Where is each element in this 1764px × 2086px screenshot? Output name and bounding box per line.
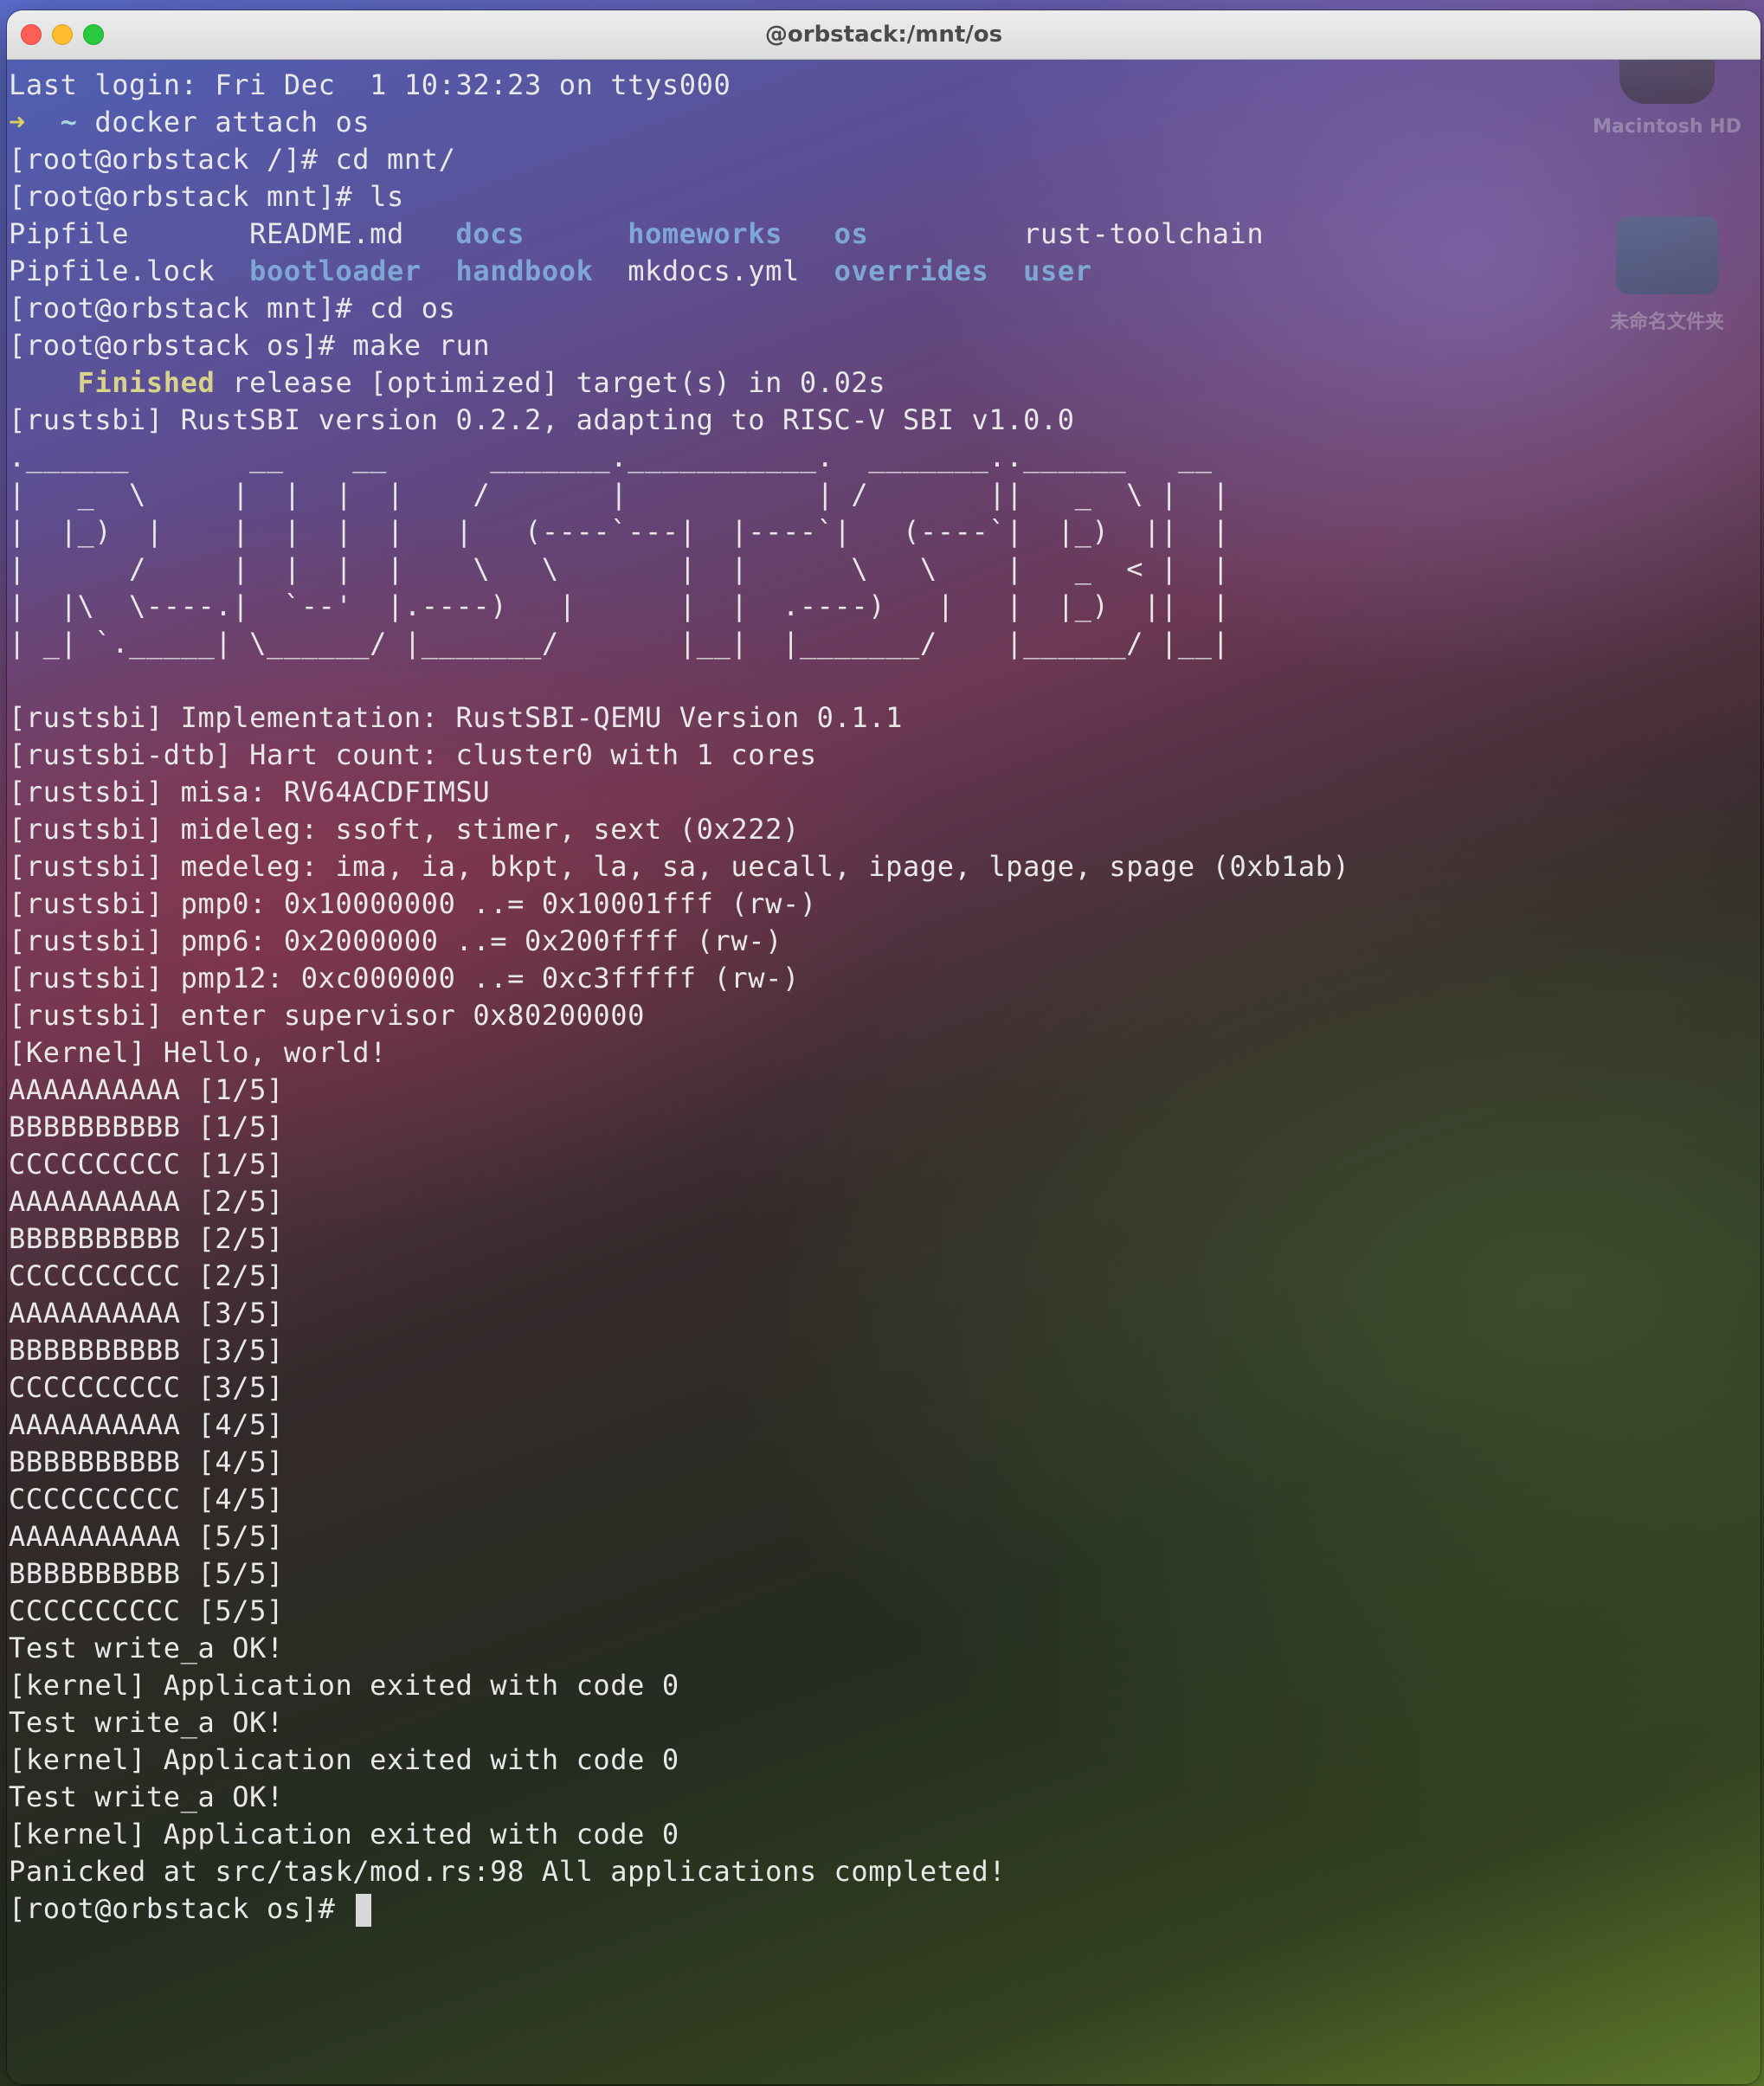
ls-file-entry: README.md bbox=[249, 217, 404, 250]
ls-spacing bbox=[868, 217, 1023, 250]
ls-spacing bbox=[422, 254, 456, 287]
output-line: AAAAAAAAAA [4/5] bbox=[9, 1408, 284, 1441]
build-finished-line: Finished release [optimized] target(s) i… bbox=[9, 364, 1759, 402]
output-line: BBBBBBBBBB [1/5] bbox=[9, 1111, 284, 1143]
command-line: [root@orbstack os]# make run bbox=[9, 329, 491, 362]
command-line: [root@orbstack mnt]# cd os bbox=[9, 292, 456, 325]
output-line: Test write_a OK! bbox=[9, 1632, 284, 1664]
ls-file-entry: Pipfile bbox=[9, 217, 130, 250]
output-line: Test write_a OK! bbox=[9, 1706, 284, 1739]
ls-directory-entry: docs bbox=[455, 217, 525, 250]
ls-directory-entry: user bbox=[1023, 254, 1092, 287]
output-line: [rustsbi-dtb] Hart count: cluster0 with … bbox=[9, 738, 817, 771]
ls-spacing bbox=[525, 217, 628, 250]
window-title: @orbstack:/mnt/os bbox=[764, 22, 1003, 48]
ascii-line: | / | | | | \ \ | | \ \ | _ < | | bbox=[9, 552, 1247, 585]
title-bar[interactable]: @orbstack:/mnt/os bbox=[7, 10, 1761, 60]
ls-spacing bbox=[988, 254, 1023, 287]
ascii-line: .______ __ __ _______.___________. _____… bbox=[9, 441, 1247, 473]
command-line-docker: ➜ ~ docker attach os bbox=[9, 104, 1759, 141]
output-line: [rustsbi] pmp6: 0x2000000 ..= 0x200ffff … bbox=[9, 924, 782, 957]
command-text: docker attach os bbox=[94, 106, 370, 138]
last-login-line: Last login: Fri Dec 1 10:32:23 on ttys00… bbox=[9, 68, 731, 101]
output-line: CCCCCCCCCC [1/5] bbox=[9, 1148, 284, 1181]
ls-directory-entry: homeworks bbox=[628, 217, 782, 250]
output-line: AAAAAAAAAA [1/5] bbox=[9, 1073, 284, 1106]
output-line: [kernel] Application exited with code 0 bbox=[9, 1818, 679, 1851]
output-line: AAAAAAAAAA [2/5] bbox=[9, 1185, 284, 1218]
ls-spacing bbox=[800, 254, 834, 287]
output-line: [rustsbi] misa: RV64ACDFIMSU bbox=[9, 776, 491, 808]
output-line: AAAAAAAAAA [3/5] bbox=[9, 1297, 284, 1330]
ls-directory-entry: bootloader bbox=[249, 254, 422, 287]
command-line: [root@orbstack mnt]# ls bbox=[9, 180, 404, 213]
desktop: Macintosh HD 未命名文件夹 @orbstack:/mnt/os La… bbox=[0, 0, 1764, 2086]
shell-prompt: [root@orbstack os]# bbox=[9, 1892, 353, 1925]
finished-label: Finished bbox=[77, 366, 216, 399]
output-line: [Kernel] Hello, world! bbox=[9, 1036, 388, 1069]
output-line: [rustsbi] medeleg: ima, ia, bkpt, la, sa… bbox=[9, 850, 1350, 883]
ls-spacing bbox=[215, 254, 249, 287]
output-line: [kernel] Application exited with code 0 bbox=[9, 1669, 679, 1702]
terminal-output[interactable]: Last login: Fri Dec 1 10:32:23 on ttys00… bbox=[7, 60, 1761, 2084]
output-line: Panicked at src/task/mod.rs:98 All appli… bbox=[9, 1855, 1007, 1888]
output-line: [kernel] Application exited with code 0 bbox=[9, 1743, 679, 1776]
rustsbi-ascii-banner: .______ __ __ _______.___________. _____… bbox=[9, 439, 1759, 662]
output-line: CCCCCCCCCC [4/5] bbox=[9, 1483, 284, 1516]
ls-file-entry: Pipfile.lock bbox=[9, 254, 216, 287]
output-line: [rustsbi] Implementation: RustSBI-QEMU V… bbox=[9, 701, 904, 734]
output-line: CCCCCCCCCC [5/5] bbox=[9, 1594, 284, 1627]
ls-spacing bbox=[129, 217, 249, 250]
ls-spacing bbox=[593, 254, 628, 287]
output-line: AAAAAAAAAA [5/5] bbox=[9, 1520, 284, 1553]
prompt-tilde: ~ bbox=[60, 106, 78, 138]
ls-directory-entry: overrides bbox=[834, 254, 989, 287]
ascii-line: | _| `._____| \______/ |_______/ |__| |_… bbox=[9, 627, 1247, 660]
output-line: BBBBBBBBBB [4/5] bbox=[9, 1445, 284, 1478]
shell-prompt-line[interactable]: [root@orbstack os]# bbox=[9, 1890, 1759, 1928]
program-output: [rustsbi] Implementation: RustSBI-QEMU V… bbox=[9, 699, 1759, 1890]
finished-detail: release [optimized] target(s) in 0.02s bbox=[215, 366, 886, 399]
output-line: BBBBBBBBBB [5/5] bbox=[9, 1557, 284, 1590]
command-line: [root@orbstack /]# cd mnt/ bbox=[9, 143, 456, 176]
output-line: BBBBBBBBBB [2/5] bbox=[9, 1222, 284, 1255]
output-line: [rustsbi] enter supervisor 0x80200000 bbox=[9, 999, 646, 1032]
terminal-window: @orbstack:/mnt/os Last login: Fri Dec 1 … bbox=[7, 10, 1761, 2084]
ls-output-row: Pipfile.lock bootloader handbook mkdocs.… bbox=[9, 253, 1759, 290]
prompt-arrow-icon: ➜ bbox=[9, 106, 26, 138]
output-line: [rustsbi] mideleg: ssoft, stimer, sext (… bbox=[9, 813, 800, 846]
output-line: Test write_a OK! bbox=[9, 1780, 284, 1813]
ascii-line: | _ \ | | | | / | | / || _ \ | | bbox=[9, 478, 1247, 511]
ascii-line: | |_) | | | | | | (----`---| |----`| (--… bbox=[9, 515, 1247, 548]
rustsbi-version-line: [rustsbi] RustSBI version 0.2.2, adaptin… bbox=[9, 403, 1075, 436]
ls-directory-entry: os bbox=[834, 217, 869, 250]
ls-file-entry: mkdocs.yml bbox=[628, 254, 800, 287]
text-cursor bbox=[356, 1894, 372, 1927]
output-line: CCCCCCCCCC [3/5] bbox=[9, 1371, 284, 1404]
ascii-line: | |\ \----.| `--' |.----) | | | .----) |… bbox=[9, 589, 1247, 622]
ls-output-row: Pipfile README.md docs homeworks os rust… bbox=[9, 216, 1759, 253]
ls-spacing bbox=[782, 217, 834, 250]
output-line: BBBBBBBBBB [3/5] bbox=[9, 1334, 284, 1367]
output-line: CCCCCCCCCC [2/5] bbox=[9, 1259, 284, 1292]
output-line: [rustsbi] pmp0: 0x10000000 ..= 0x10001ff… bbox=[9, 887, 817, 920]
ls-directory-entry: handbook bbox=[455, 254, 594, 287]
ls-file-entry: rust-toolchain bbox=[1023, 217, 1265, 250]
ls-spacing bbox=[404, 217, 456, 250]
output-line: [rustsbi] pmp12: 0xc000000 ..= 0xc3fffff… bbox=[9, 962, 800, 995]
